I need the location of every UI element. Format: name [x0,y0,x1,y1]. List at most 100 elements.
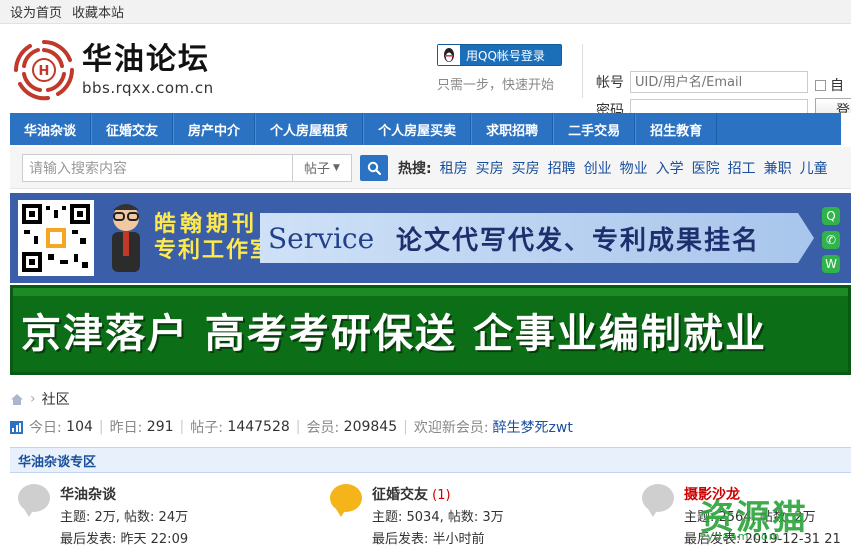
today-label: 今日: [29,420,62,436]
account-input[interactable] [630,71,808,93]
mascot-figure-icon [112,204,140,272]
hot-word-link[interactable]: 招工 [728,158,756,178]
hot-word-link[interactable]: 买房 [512,158,540,178]
yesterday-count: 291 [146,419,174,435]
hot-word-link[interactable]: 入学 [656,158,684,178]
section-title[interactable]: 华油杂谈专区 [18,451,96,470]
forum-bubble-icon [642,484,674,517]
forum-last-post: 最后发表: 昨天 22:09 [60,532,189,547]
members-count: 209845 [343,419,398,435]
forum-item: 华油杂谈 主题: 2万, 帖数: 24万 最后发表: 昨天 22:09 [18,484,188,551]
forum-item: 征婚交友 (1) 主题: 5034, 帖数: 3万 最后发表: 半小时前 [330,484,504,551]
service-strip: Service 论文代写代发、专利成果挂名 [260,213,798,263]
yesterday-label: 昨日: [109,420,143,436]
hot-word-link[interactable]: 兼职 [764,158,792,178]
section-header: 华油杂谈专区 [10,447,851,473]
service-slogan: 论文代写代发、专利成果挂名 [396,225,761,256]
search-type-label: 帖子 [304,162,331,177]
hot-word-link[interactable]: 租房 [440,158,468,178]
wechat-contact-icon: W [822,255,840,273]
service-label: Service [268,221,375,255]
journal-service-banner[interactable]: 皓翰期刊 专利工作室 Service 论文代写代发、专利成果挂名 Q ✆ W [10,193,851,283]
qq-penguin-icon [438,45,460,65]
breadcrumb: › 社区 [10,389,70,409]
stats-divider: | [98,419,104,435]
hot-word-link[interactable]: 物业 [620,158,648,178]
watermark-url: zydaam.com [700,530,781,543]
hot-word-link[interactable]: 招聘 [548,158,576,178]
qq-quick-tip: 只需一步，快速开始 [437,78,555,93]
qr-code-icon [18,200,94,276]
qq-login-label: 用QQ帐号登录 [466,48,545,63]
auto-login-label: 自 [830,78,844,94]
hot-word-link[interactable]: 儿童 [800,158,828,178]
banner-brand-line2: 专利工作室 [154,238,275,263]
site-logo[interactable]: H 华油论坛 bbs.rqxx.com.cn [10,36,214,104]
forum-stats: 主题: 5034, 帖数: 3万 [372,510,504,525]
hot-word-link[interactable]: 创业 [584,158,612,178]
account-label: 帐号 [596,75,624,91]
forum-name[interactable]: 征婚交友 [372,487,428,503]
search-icon [367,161,381,175]
qq-login-button[interactable]: 用QQ帐号登录 [437,44,562,66]
stats-chart-icon [10,420,23,434]
welcome-label: 欢迎新会员: [413,420,489,436]
members-label: 会员: [306,420,340,436]
logo-swirl-icon: H [14,40,74,101]
nav-item-real-estate-agency[interactable]: 房产中介 [173,113,256,145]
hot-word-link[interactable]: 买房 [476,158,504,178]
forum-today-count: (1) [432,488,451,503]
account-row: 帐号 [596,71,808,93]
nav-item-dating[interactable]: 征婚交友 [91,113,174,145]
forum-stats: 主题: 2万, 帖数: 24万 [60,510,189,525]
search-type-select[interactable]: 帖子 ▼ [292,153,352,182]
search-input[interactable]: 请输入搜索内容 [22,153,292,182]
phone-contact-icon: ✆ [822,231,840,249]
home-icon[interactable] [10,393,24,406]
qq-contact-icon: Q [822,207,840,225]
forum-new-posts-bubble-icon [330,484,362,517]
site-title: 华油论坛 [82,42,210,77]
search-button[interactable] [360,154,388,181]
hot-word-link[interactable]: 医院 [692,158,720,178]
nav-end [841,113,851,145]
svg-text:H: H [39,64,50,79]
nav-item-jobs[interactable]: 求职招聘 [471,113,554,145]
login-divider [582,44,583,98]
nav-item-house-rental[interactable]: 个人房屋租赁 [255,113,364,145]
stats-divider: | [403,419,408,435]
banner-brand-line1: 皓翰期刊 [154,212,259,237]
forum-bubble-icon [18,484,50,517]
posts-count: 1447528 [227,419,290,435]
nav-item-house-sale[interactable]: 个人房屋买卖 [363,113,472,145]
today-count: 104 [66,419,93,435]
stats-divider: | [179,419,185,435]
banner-top-strip [13,288,848,296]
breadcrumb-current[interactable]: 社区 [42,389,70,409]
search-bar: 请输入搜索内容 帖子 ▼ 热搜: 租房 买房 买房 招聘 创业 物业 入学 医院… [10,147,851,189]
enrollment-ad-text: 京津落户 高考考研保送 企事业编制就业 [21,311,767,357]
set-homepage-link[interactable]: 设为首页 [10,2,62,21]
nav-item-second-hand[interactable]: 二手交易 [553,113,636,145]
contact-icons: Q ✆ W [822,207,840,273]
caret-down-icon: ▼ [333,162,340,173]
forum-stats: 今日: 104 | 昨日: 291 | 帖子: 1447528 | 会员: 20… [10,417,573,437]
nav-item-education[interactable]: 招生教育 [635,113,718,145]
nav-item-huayou-chat[interactable]: 华油杂谈 [10,113,92,145]
header: H 华油论坛 bbs.rqxx.com.cn 用QQ帐号登录 只需一步，快速开始… [0,24,851,122]
hot-search-label: 热搜: [398,160,432,177]
top-utility-bar: 设为首页 收藏本站 [0,0,851,24]
main-nav: 华油杂谈 征婚交友 房产中介 个人房屋租赁 个人房屋买卖 求职招聘 二手交易 招… [10,113,851,145]
arrow-right-icon [798,213,814,263]
posts-label: 帖子: [190,420,223,436]
site-url: bbs.rqxx.com.cn [82,79,214,97]
new-member-link[interactable]: 醉生梦死zwt [493,417,573,437]
forum-last-post: 最后发表: 半小时前 [372,532,485,547]
breadcrumb-separator: › [30,391,36,407]
forum-name[interactable]: 华油杂谈 [60,487,116,503]
stats-divider: | [295,419,301,435]
auto-login-checkbox[interactable]: 自 [815,75,844,95]
checkbox-box [815,79,826,91]
bookmark-link[interactable]: 收藏本站 [72,2,124,21]
enrollment-ad-banner[interactable]: 京津落户 高考考研保送 企事业编制就业 [10,285,851,375]
